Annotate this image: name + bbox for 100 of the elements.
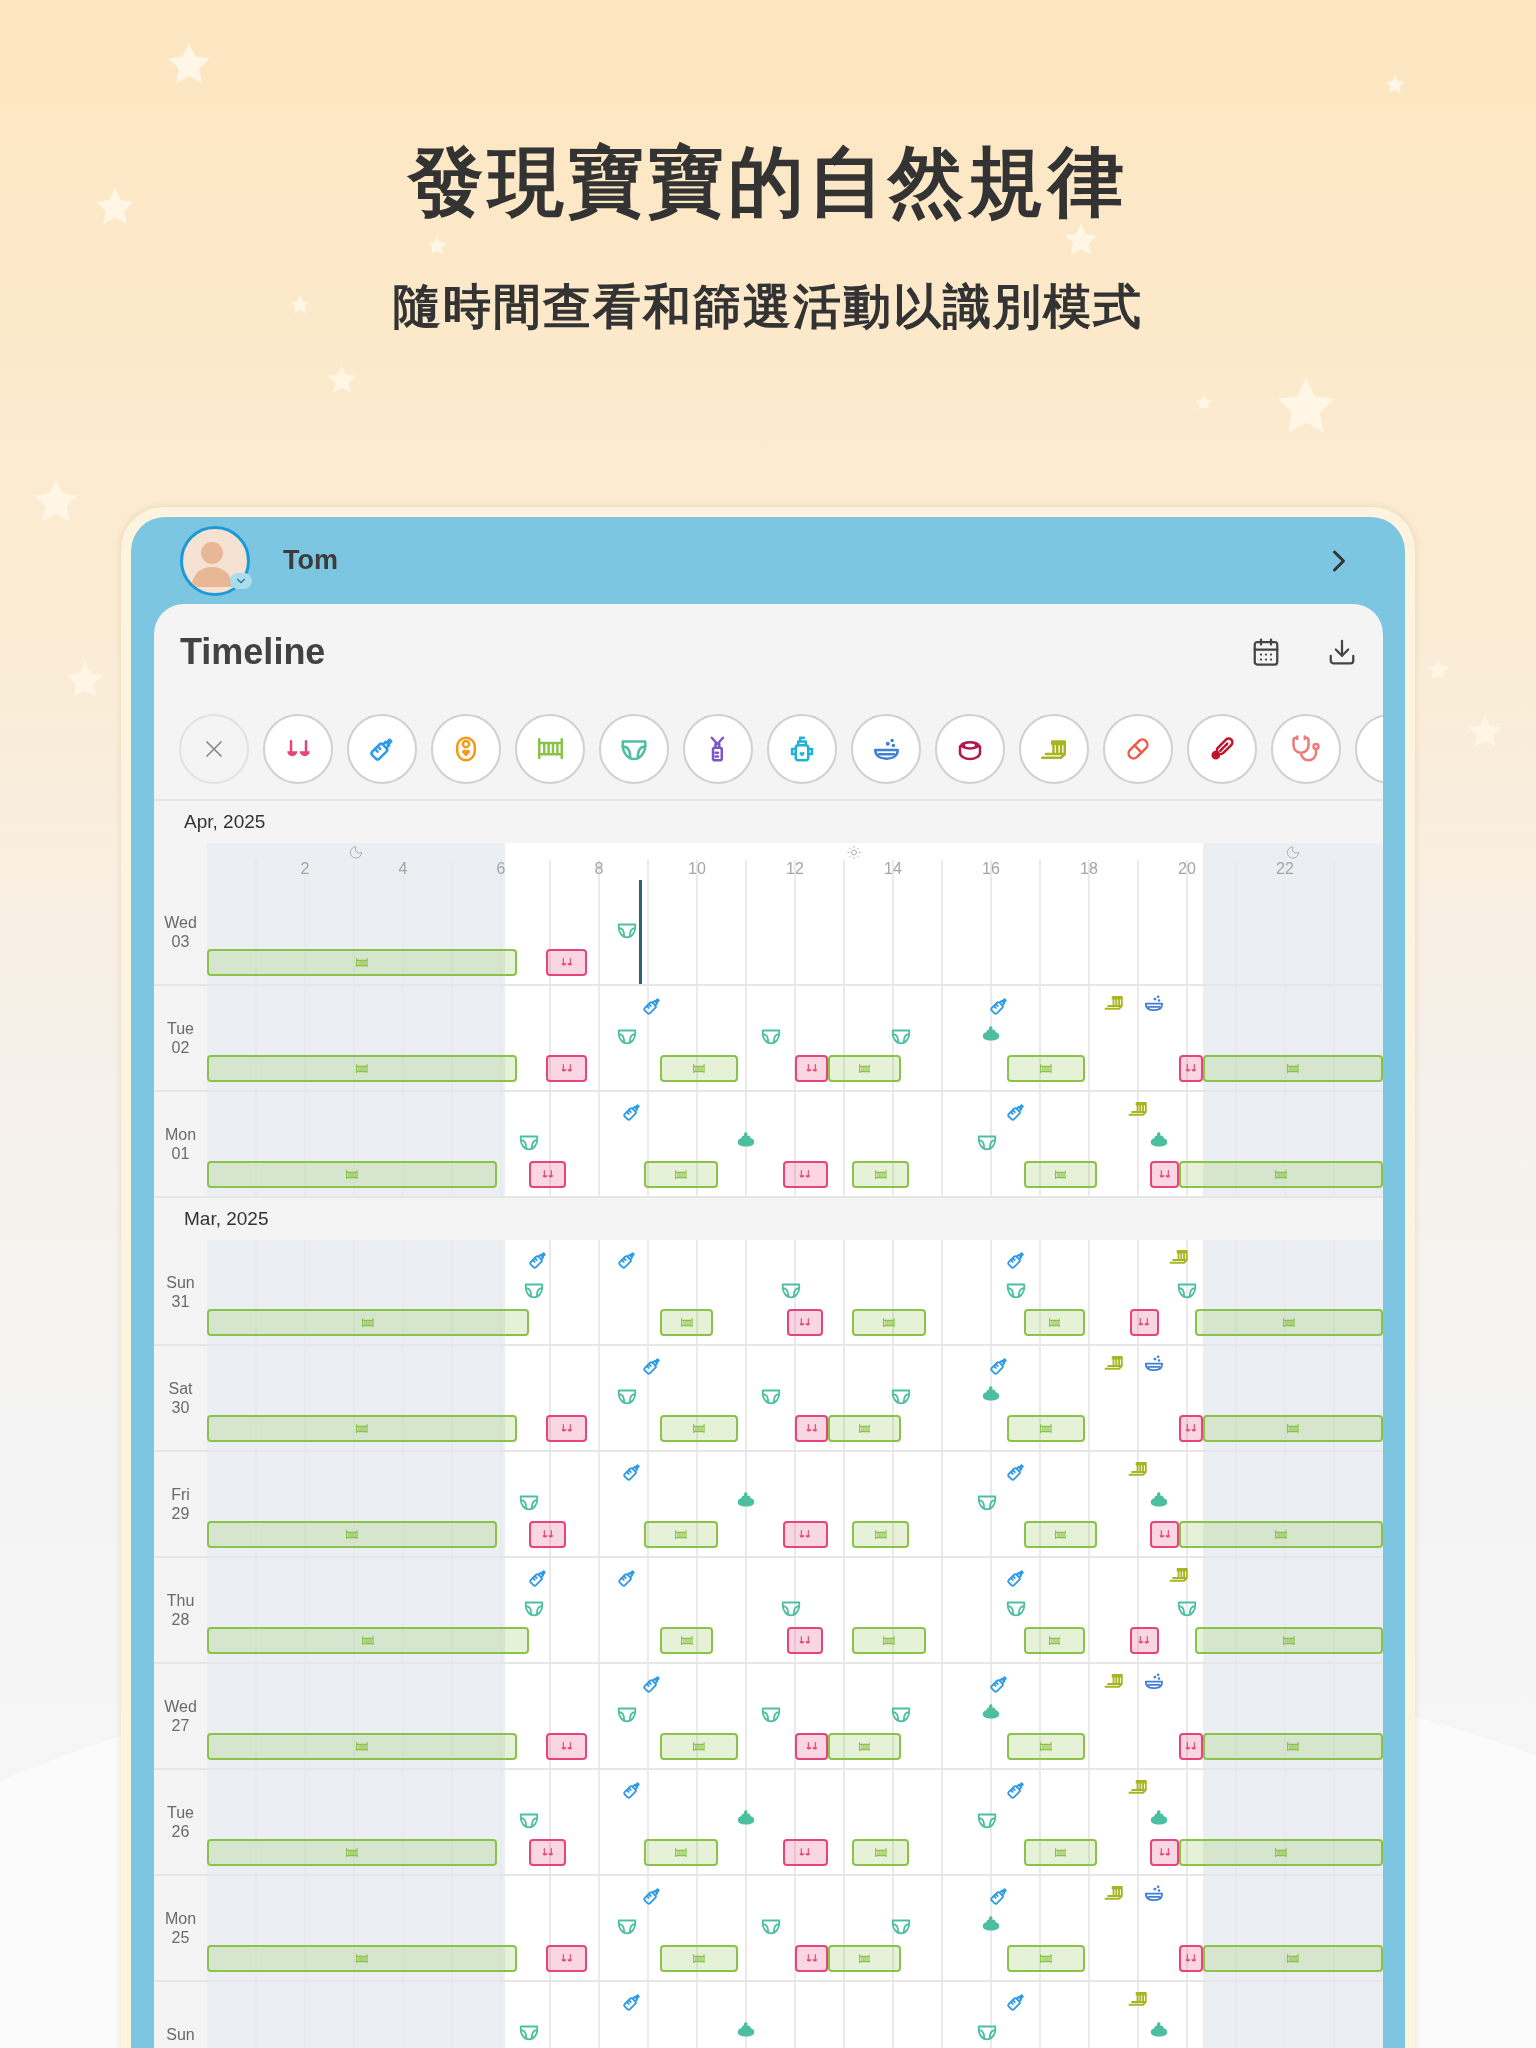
sleep-bar[interactable] [1195,1627,1383,1654]
sleep-bar[interactable] [660,1309,714,1336]
nursing-bar[interactable] [1178,1945,1204,1972]
sleep-bar[interactable] [827,1415,902,1442]
calendar-button[interactable] [1251,637,1281,667]
sleep-bar[interactable] [660,1733,738,1760]
bra-icon [1158,1170,1171,1179]
nursing-bar[interactable] [1150,1161,1179,1188]
sleep-bar[interactable] [1023,1309,1086,1336]
sleep-bar[interactable] [852,1309,926,1336]
sleep-bar[interactable] [207,1309,530,1336]
sleep-bar[interactable] [1195,1309,1383,1336]
crib-icon [1048,1635,1061,1646]
sleep-bar[interactable] [207,1055,518,1082]
crib-icon [1283,1317,1295,1328]
sleep-bar[interactable] [1203,1055,1383,1082]
nursing-bar[interactable] [786,1627,824,1654]
sleep-bar[interactable] [207,1627,530,1654]
crib-icon [1283,1635,1295,1646]
nursing-bar[interactable] [782,1161,828,1188]
sleep-bar[interactable] [207,1733,518,1760]
sleep-bar[interactable] [1007,1945,1086,1972]
sleep-bar[interactable] [1007,1415,1086,1442]
nursing-bar[interactable] [546,1733,587,1760]
sleep-bar[interactable] [207,1945,518,1972]
nursing-bar[interactable] [529,1839,567,1866]
sleep-bar[interactable] [827,1945,902,1972]
bottle-icon [526,1567,549,1589]
sleep-bar[interactable] [827,1055,902,1082]
sleep-bar[interactable] [660,1415,738,1442]
star-icon [1195,393,1213,411]
nursing-bar[interactable] [782,1839,828,1866]
toothbrush-icon [1103,1885,1124,1900]
nursing-bar[interactable] [795,1055,828,1082]
sleep-bar[interactable] [644,1521,718,1548]
sleep-bar[interactable] [1023,1161,1098,1188]
weekday-label: Mon [164,1909,197,1928]
nursing-bar[interactable] [1150,1521,1179,1548]
nursing-bar[interactable] [529,1521,567,1548]
download-icon [1327,637,1357,667]
nursing-bar[interactable] [782,1521,828,1548]
sleep-bar[interactable] [1178,1839,1383,1866]
nursing-bar[interactable] [546,949,587,976]
sleep-bar[interactable] [852,1627,926,1654]
sleep-bar[interactable] [1023,1627,1086,1654]
sleep-bar[interactable] [660,1627,714,1654]
nursing-bar[interactable] [786,1309,824,1336]
nursing-bar[interactable] [1178,1415,1204,1442]
sleep-bar[interactable] [852,1521,910,1548]
nursing-bar[interactable] [795,1733,828,1760]
nursing-bar[interactable] [795,1415,828,1442]
sleep-bar[interactable] [207,1161,498,1188]
sleep-bar[interactable] [827,1733,902,1760]
nursing-bar[interactable] [1129,1627,1159,1654]
nursing-bar[interactable] [1178,1055,1204,1082]
sleep-bar[interactable] [852,1839,910,1866]
sleep-bar[interactable] [1007,1055,1086,1082]
sleep-bar[interactable] [660,1945,738,1972]
sleep-bar[interactable] [660,1055,738,1082]
date-label: 29 [171,1504,190,1523]
sleep-bar[interactable] [1178,1521,1383,1548]
nursing-bar[interactable] [795,1945,828,1972]
sleep-bar[interactable] [852,1161,910,1188]
sleep-bar[interactable] [1178,1161,1383,1188]
sleep-bar[interactable] [207,1839,498,1866]
poop-icon [736,2021,756,2038]
bra-icon [805,1742,818,1751]
dropdown-button[interactable] [230,573,252,589]
sleep-bar[interactable] [1023,1839,1098,1866]
bottle-icon [640,1355,663,1377]
sleep-bar[interactable] [1023,1521,1098,1548]
poop-icon [981,1703,1001,1720]
profile-name[interactable]: Tom [283,545,338,576]
nursing-bar[interactable] [546,1415,587,1442]
bra-icon [560,1064,573,1073]
bathtub-icon [1145,1355,1164,1372]
crib-icon [1040,1063,1052,1074]
sleep-bar[interactable] [1007,1733,1086,1760]
nursing-bar[interactable] [1129,1309,1159,1336]
download-button[interactable] [1327,637,1357,667]
sleep-bar[interactable] [1203,1415,1383,1442]
crib-icon [693,1953,705,1964]
sleep-bar[interactable] [207,1521,498,1548]
hour-label: 6 [496,860,506,878]
date-label: 30 [171,1398,190,1417]
sleep-bar[interactable] [1203,1733,1383,1760]
sleep-bar[interactable] [207,1415,518,1442]
nursing-bar[interactable] [546,1945,587,1972]
star-icon [1064,222,1098,256]
moon-icon [348,845,364,860]
weekday-label: Wed [164,1697,197,1716]
nursing-bar[interactable] [1150,1839,1179,1866]
sleep-bar[interactable] [207,949,518,976]
nursing-bar[interactable] [546,1055,587,1082]
nursing-bar[interactable] [529,1161,567,1188]
sleep-bar[interactable] [644,1839,718,1866]
crib-icon [1275,1529,1287,1540]
sleep-bar[interactable] [1203,1945,1383,1972]
nursing-bar[interactable] [1178,1733,1204,1760]
sleep-bar[interactable] [644,1161,718,1188]
